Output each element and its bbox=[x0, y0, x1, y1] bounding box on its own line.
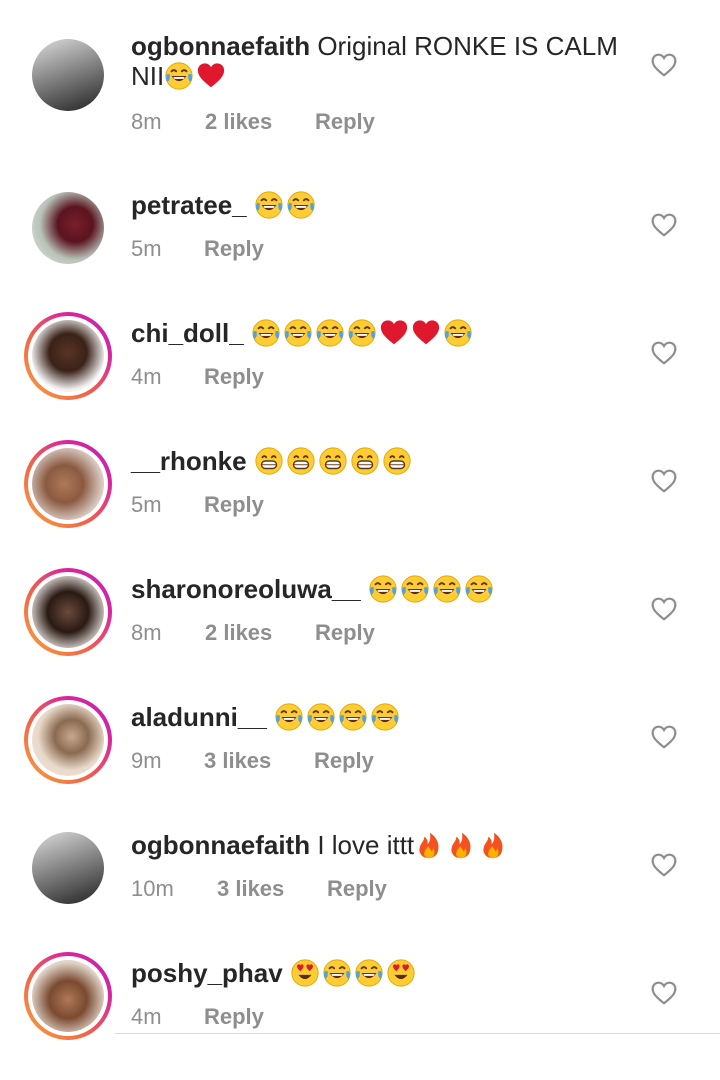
comment-time: 4m bbox=[131, 1004, 162, 1029]
comment-item: aladunni__ 9m 3 likes Reply bbox=[0, 696, 720, 824]
reply-button[interactable]: Reply bbox=[204, 492, 264, 518]
comment-username[interactable]: poshy_phav bbox=[131, 958, 283, 988]
laugh-cry-emoji-icon bbox=[401, 575, 429, 603]
like-heart-icon[interactable] bbox=[651, 725, 677, 749]
comment-item: sharonoreoluwa__ 8m 2 likes Reply bbox=[0, 568, 720, 696]
like-heart-icon[interactable] bbox=[651, 213, 677, 237]
laugh-cry-emoji-icon bbox=[355, 959, 383, 987]
comment-emojis bbox=[164, 61, 228, 91]
fire-emoji-icon bbox=[451, 832, 471, 859]
comment-time: 9m bbox=[131, 748, 162, 773]
comment-emojis bbox=[254, 446, 414, 476]
grin-emoji-icon bbox=[351, 447, 379, 475]
avatar bbox=[32, 704, 104, 776]
likes-count[interactable]: 2 likes bbox=[205, 620, 272, 646]
laugh-cry-emoji-icon bbox=[339, 703, 367, 731]
comment-item: __rhonke 5m Reply bbox=[0, 440, 720, 568]
laugh-cry-emoji-icon bbox=[287, 191, 315, 219]
comment-username[interactable]: sharonoreoluwa__ bbox=[131, 574, 361, 604]
comment-item: poshy_phav 4m Reply bbox=[0, 952, 720, 1080]
likes-count[interactable]: 3 likes bbox=[204, 748, 271, 774]
laugh-cry-emoji-icon bbox=[165, 62, 193, 90]
comment-username[interactable]: aladunni__ bbox=[131, 702, 267, 732]
like-heart-icon[interactable] bbox=[651, 981, 677, 1005]
avatar bbox=[32, 448, 104, 520]
grin-emoji-icon bbox=[255, 447, 283, 475]
heart-eyes-emoji-icon bbox=[387, 959, 415, 987]
comment-emojis bbox=[254, 190, 318, 220]
reply-button[interactable]: Reply bbox=[315, 620, 375, 646]
likes-count[interactable]: 3 likes bbox=[217, 876, 284, 902]
comment-item: chi_doll_ 4m Reply bbox=[0, 312, 720, 440]
comment-username[interactable]: petratee_ bbox=[131, 190, 247, 220]
reply-button[interactable]: Reply bbox=[315, 109, 375, 135]
comment-username[interactable]: chi_doll_ bbox=[131, 318, 244, 348]
avatar[interactable] bbox=[24, 31, 112, 119]
comment-emojis bbox=[251, 318, 475, 348]
likes-count[interactable]: 2 likes bbox=[205, 109, 272, 135]
red-heart-emoji-icon bbox=[412, 320, 440, 345]
comment-username[interactable]: ogbonnaefaith bbox=[131, 830, 310, 860]
comment-item: petratee_ 5m Reply bbox=[0, 184, 720, 312]
laugh-cry-emoji-icon bbox=[284, 319, 312, 347]
like-heart-icon[interactable] bbox=[651, 341, 677, 365]
avatar-story-ring[interactable] bbox=[24, 696, 112, 784]
grin-emoji-icon bbox=[319, 447, 347, 475]
comment-time: 4m bbox=[131, 364, 162, 389]
comment-item: ogbonnaefaith Original RONKE IS CALM NII… bbox=[0, 31, 720, 159]
divider bbox=[115, 1033, 720, 1034]
comment-username[interactable]: ogbonnaefaith bbox=[131, 31, 310, 61]
grin-emoji-icon bbox=[287, 447, 315, 475]
laugh-cry-emoji-icon bbox=[465, 575, 493, 603]
comment-time: 5m bbox=[131, 492, 162, 517]
laugh-cry-emoji-icon bbox=[371, 703, 399, 731]
fire-emoji-icon bbox=[419, 832, 439, 859]
grin-emoji-icon bbox=[383, 447, 411, 475]
avatar-story-ring[interactable] bbox=[24, 568, 112, 656]
laugh-cry-emoji-icon bbox=[369, 575, 397, 603]
comment-time: 10m bbox=[131, 876, 174, 901]
laugh-cry-emoji-icon bbox=[275, 703, 303, 731]
red-heart-emoji-icon bbox=[198, 63, 225, 88]
laugh-cry-emoji-icon bbox=[348, 319, 376, 347]
avatar bbox=[32, 576, 104, 648]
avatar-story-ring[interactable] bbox=[24, 952, 112, 1040]
like-heart-icon[interactable] bbox=[651, 53, 677, 77]
reply-button[interactable]: Reply bbox=[204, 236, 264, 262]
comment-text: I love ittt bbox=[317, 830, 415, 860]
avatar bbox=[32, 960, 104, 1032]
reply-button[interactable]: Reply bbox=[204, 1004, 264, 1030]
laugh-cry-emoji-icon bbox=[307, 703, 335, 731]
comment-time: 5m bbox=[131, 236, 162, 261]
comment-time: 8m bbox=[131, 109, 162, 134]
reply-button[interactable]: Reply bbox=[327, 876, 387, 902]
laugh-cry-emoji-icon bbox=[316, 319, 344, 347]
reply-button[interactable]: Reply bbox=[204, 364, 264, 390]
comment-emojis bbox=[290, 958, 418, 988]
avatar-story-ring[interactable] bbox=[24, 440, 112, 528]
heart-eyes-emoji-icon bbox=[291, 959, 319, 987]
laugh-cry-emoji-icon bbox=[323, 959, 351, 987]
comment-emojis bbox=[368, 574, 496, 604]
laugh-cry-emoji-icon bbox=[433, 575, 461, 603]
fire-emoji-icon bbox=[483, 832, 503, 859]
laugh-cry-emoji-icon bbox=[255, 191, 283, 219]
avatar[interactable] bbox=[24, 824, 112, 912]
comment-time: 8m bbox=[131, 620, 162, 645]
laugh-cry-emoji-icon bbox=[252, 319, 280, 347]
like-heart-icon[interactable] bbox=[651, 469, 677, 493]
like-heart-icon[interactable] bbox=[651, 853, 677, 877]
laugh-cry-emoji-icon bbox=[444, 319, 472, 347]
avatar bbox=[32, 320, 104, 392]
comment-item: ogbonnaefaith I love ittt 10m 3 likes Re… bbox=[0, 824, 720, 952]
reply-button[interactable]: Reply bbox=[314, 748, 374, 774]
like-heart-icon[interactable] bbox=[651, 597, 677, 621]
comment-emojis bbox=[414, 830, 510, 860]
comment-emojis bbox=[274, 702, 402, 732]
comment-username[interactable]: __rhonke bbox=[131, 446, 247, 476]
avatar[interactable] bbox=[24, 184, 112, 272]
red-heart-emoji-icon bbox=[380, 320, 408, 345]
avatar-story-ring[interactable] bbox=[24, 312, 112, 400]
